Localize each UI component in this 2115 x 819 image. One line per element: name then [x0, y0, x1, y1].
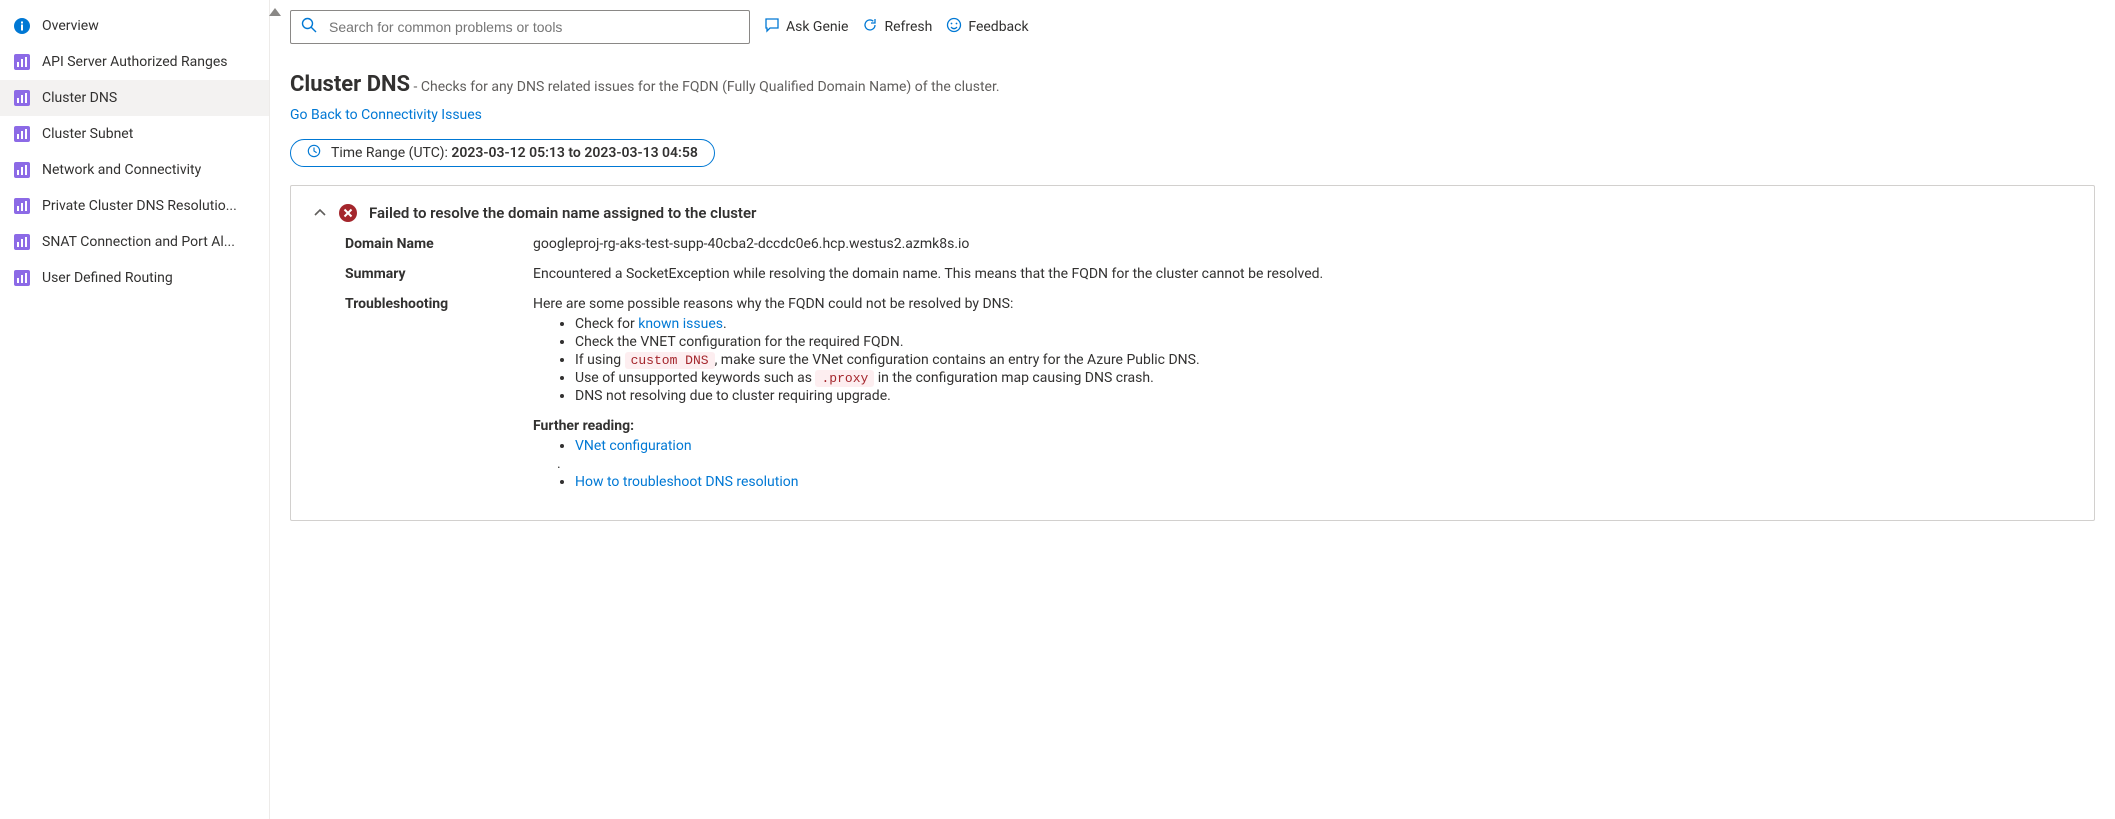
troubleshooting-intro: Here are some possible reasons why the F…: [533, 296, 2072, 312]
main-content: Ask Genie Refresh Feedback Cluster DNS -…: [270, 0, 2115, 819]
error-icon: [339, 204, 357, 222]
sidebar-item-cluster-subnet[interactable]: Cluster Subnet: [0, 116, 269, 152]
top-toolbar: Ask Genie Refresh Feedback: [290, 0, 2095, 44]
refresh-icon: [862, 17, 878, 37]
sidebar-item-label: API Server Authorized Ranges: [42, 54, 228, 70]
page-header: Cluster DNS - Checks for any DNS related…: [290, 72, 2095, 167]
domain-name-value: googleproj-rg-aks-test-supp-40cba2-dccdc…: [533, 236, 2072, 252]
chat-icon: [764, 17, 780, 37]
refresh-button[interactable]: Refresh: [862, 17, 932, 37]
sidebar-item-cluster-dns[interactable]: Cluster DNS: [0, 80, 269, 116]
page-title: Cluster DNS: [290, 72, 410, 97]
sidebar-item-label: Private Cluster DNS Resolutio...: [42, 198, 237, 214]
sidebar-item-snat[interactable]: SNAT Connection and Port Al...: [0, 224, 269, 260]
further-reading-label: Further reading:: [533, 418, 2072, 434]
troubleshooting-label: Troubleshooting: [313, 296, 533, 492]
search-input[interactable]: [327, 18, 739, 36]
ts-item: Use of unsupported keywords such as .pro…: [575, 370, 2072, 386]
time-range-pill[interactable]: Time Range (UTC): 2023-03-12 05:13 to 20…: [290, 139, 715, 167]
clock-icon: [307, 144, 321, 162]
known-issues-link[interactable]: known issues: [638, 316, 723, 332]
ts-item: DNS not resolving due to cluster requiri…: [575, 388, 2072, 404]
sidebar-item-api-server[interactable]: API Server Authorized Ranges: [0, 44, 269, 80]
sidebar-overview-label: Overview: [42, 18, 99, 34]
code-proxy: .proxy: [815, 370, 874, 387]
smile-icon: [946, 17, 962, 37]
chart-icon: [14, 270, 30, 286]
summary-value: Encountered a SocketException while reso…: [533, 266, 2072, 282]
chart-icon: [14, 234, 30, 250]
sidebar-item-overview[interactable]: Overview: [0, 8, 269, 44]
search-box[interactable]: [290, 10, 750, 44]
chart-icon: [14, 162, 30, 178]
fr-item: .: [557, 456, 2072, 472]
troubleshoot-dns-link[interactable]: How to troubleshoot DNS resolution: [575, 474, 798, 490]
chart-icon: [14, 126, 30, 142]
further-reading-list: VNet configuration . How to troubleshoot…: [533, 438, 2072, 490]
page-subtitle: - Checks for any DNS related issues for …: [414, 79, 1000, 95]
domain-name-label: Domain Name: [313, 236, 533, 252]
sidebar: Overview API Server Authorized Ranges Cl…: [0, 0, 270, 819]
time-range-value: 2023-03-12 05:13 to 2023-03-13 04:58: [451, 145, 698, 161]
feedback-button[interactable]: Feedback: [946, 17, 1028, 37]
back-link[interactable]: Go Back to Connectivity Issues: [290, 107, 482, 123]
fr-item: VNet configuration: [575, 438, 2072, 454]
sidebar-item-udr[interactable]: User Defined Routing: [0, 260, 269, 296]
sidebar-item-label: User Defined Routing: [42, 270, 173, 286]
sidebar-item-label: Cluster Subnet: [42, 126, 133, 142]
chart-icon: [14, 54, 30, 70]
ask-genie-label: Ask Genie: [786, 19, 848, 35]
ts-item: If using custom DNS, make sure the VNet …: [575, 352, 2072, 368]
ts-item: Check the VNET configuration for the req…: [575, 334, 2072, 350]
ts-item: Check for known issues.: [575, 316, 2072, 332]
diagnostic-title: Failed to resolve the domain name assign…: [369, 204, 756, 222]
sidebar-item-network[interactable]: Network and Connectivity: [0, 152, 269, 188]
sidebar-item-label: Cluster DNS: [42, 90, 117, 106]
troubleshooting-list: Check for known issues. Check the VNET c…: [533, 316, 2072, 404]
chart-icon: [14, 198, 30, 214]
chart-icon: [14, 90, 30, 106]
vnet-config-link[interactable]: VNet configuration: [575, 438, 692, 454]
ask-genie-button[interactable]: Ask Genie: [764, 17, 848, 37]
sidebar-item-label: Network and Connectivity: [42, 162, 201, 178]
code-custom-dns: custom DNS: [625, 352, 715, 369]
feedback-label: Feedback: [968, 19, 1028, 35]
sidebar-collapse-icon[interactable]: [269, 8, 281, 16]
fr-item: How to troubleshoot DNS resolution: [575, 474, 2072, 490]
chevron-up-icon[interactable]: [313, 206, 327, 220]
info-icon: [14, 18, 30, 34]
summary-label: Summary: [313, 266, 533, 282]
sidebar-item-label: SNAT Connection and Port Al...: [42, 234, 235, 250]
search-icon: [301, 17, 317, 37]
sidebar-item-private-cluster-dns[interactable]: Private Cluster DNS Resolutio...: [0, 188, 269, 224]
refresh-label: Refresh: [884, 19, 932, 35]
diagnostic-card: Failed to resolve the domain name assign…: [290, 185, 2095, 521]
time-range-label: Time Range (UTC):: [331, 145, 451, 161]
